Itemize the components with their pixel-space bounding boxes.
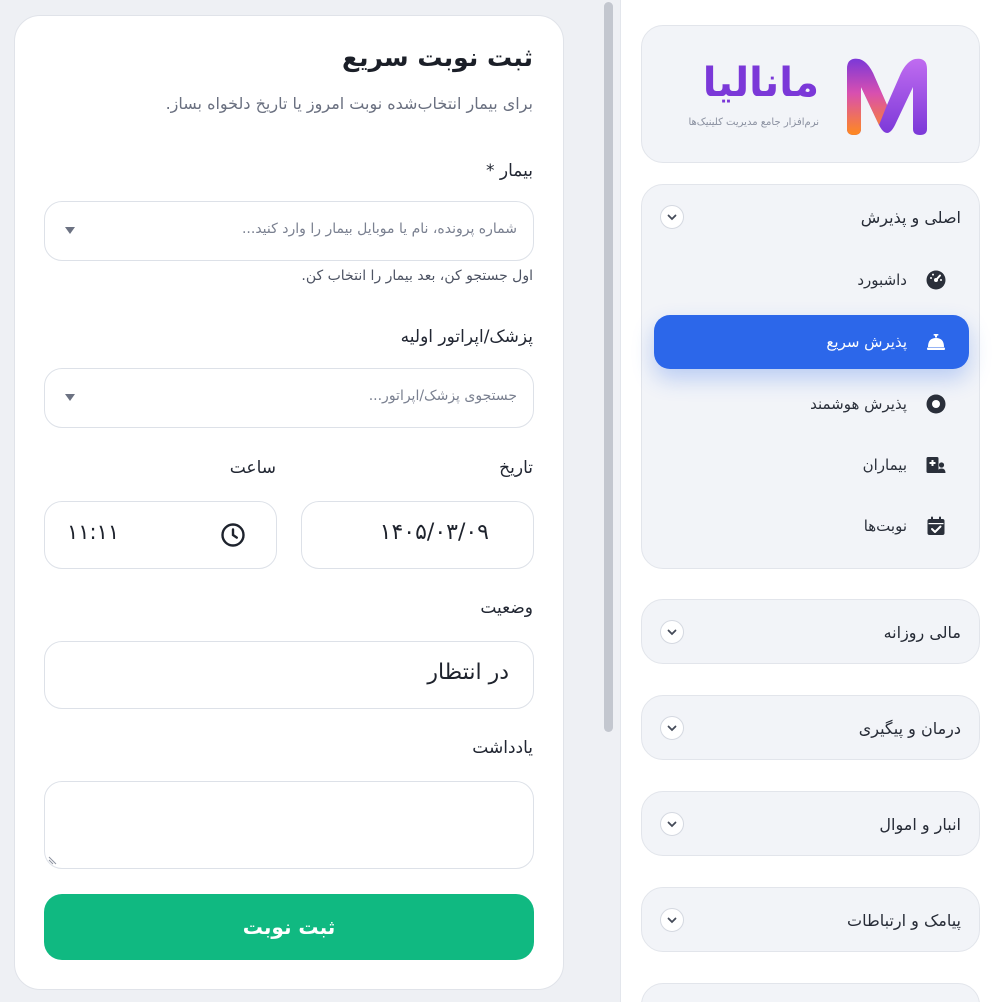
chevron-down-icon[interactable] [660, 716, 684, 740]
sidebar: مانالیا نرم‌افزار جامع مدیریت کلینیک‌ها … [620, 0, 1000, 1002]
sidebar-item-label: داشبورد [857, 271, 907, 289]
nav-group-title: درمان و پیگیری [858, 718, 961, 738]
quick-appointment-form: ثبت نوبت سریع برای بیمار انتخاب‌شده نوبت… [14, 15, 564, 990]
sidebar-item-label: پذیرش سریع [826, 333, 907, 351]
form-subtitle: برای بیمار انتخاب‌شده نوبت امروز یا تاری… [165, 94, 533, 113]
nav-group-title: اصلی و پذیرش [860, 207, 961, 227]
doctor-placeholder: جستجوی پزشک/اپراتور... [368, 388, 517, 404]
sidebar-item-smart-reception[interactable]: پذیرش هوشمند [654, 377, 969, 431]
patients-id-icon [925, 454, 947, 476]
nav-group-inventory[interactable]: انبار و اموال [641, 791, 980, 856]
brand-tagline: نرم‌افزار جامع مدیریت کلینیک‌ها [688, 117, 819, 128]
nav-group-title: مالی روزانه [883, 622, 961, 642]
time-label: ساعت [229, 458, 276, 478]
nav-group-finance-header[interactable]: مالی روزانه [642, 600, 979, 664]
resize-handle-icon[interactable] [47, 856, 57, 866]
sidebar-item-label: بیماران [862, 456, 907, 474]
nav-group-next[interactable] [641, 983, 980, 1002]
nav-group-treatment-header[interactable]: درمان و پیگیری [642, 696, 979, 760]
brand-logo-icon [847, 58, 927, 135]
patient-placeholder: شماره پرونده، نام یا موبایل بیمار را وار… [241, 221, 517, 237]
chevron-down-icon [65, 227, 75, 234]
status-field[interactable]: در انتظار [44, 641, 534, 709]
chevron-down-icon[interactable] [660, 620, 684, 644]
nav-group-main: اصلی و پذیرش داشبورد پذیرش سریع پذیرش هو… [641, 184, 980, 569]
sidebar-item-dashboard[interactable]: داشبورد [654, 253, 969, 307]
time-value: ۱۱:۱۱ [67, 520, 120, 544]
nav-group-sms-header[interactable]: پیامک و ارتباطات [642, 888, 979, 952]
chevron-down-icon[interactable] [660, 908, 684, 932]
chevron-down-icon[interactable] [660, 205, 684, 229]
nav-group-title: انبار و اموال [879, 814, 961, 834]
date-label: تاریخ [499, 458, 533, 478]
patient-hint: اول جستجو کن، بعد بیمار را انتخاب کن. [301, 268, 533, 284]
patient-select[interactable]: شماره پرونده، نام یا موبایل بیمار را وار… [44, 201, 534, 261]
status-value: در انتظار [427, 660, 509, 685]
sidebar-item-label: نوبت‌ها [863, 517, 907, 535]
sidebar-item-quick-reception[interactable]: پذیرش سریع [654, 315, 969, 369]
sidebar-item-appointments[interactable]: نوبت‌ها [654, 499, 969, 553]
form-title: ثبت نوبت سریع [342, 43, 533, 72]
note-label: یادداشت [472, 738, 533, 758]
date-input[interactable]: ۱۴۰۵/۰۳/۰۹ [301, 501, 534, 569]
sidebar-item-label: پذیرش هوشمند [810, 395, 907, 413]
clock-icon [221, 523, 245, 547]
target-circle-icon [925, 393, 947, 415]
nav-group-main-header[interactable]: اصلی و پذیرش [642, 185, 979, 249]
note-textarea[interactable] [44, 781, 534, 869]
nav-group-sms[interactable]: پیامک و ارتباطات [641, 887, 980, 952]
calendar-check-icon [925, 515, 947, 537]
nav-group-finance[interactable]: مالی روزانه [641, 599, 980, 664]
date-value: ۱۴۰۵/۰۳/۰۹ [379, 520, 489, 545]
nav-group-treatment[interactable]: درمان و پیگیری [641, 695, 980, 760]
brand-card: مانالیا نرم‌افزار جامع مدیریت کلینیک‌ها [641, 25, 980, 163]
sidebar-item-patients[interactable]: بیماران [654, 438, 969, 492]
time-input[interactable]: ۱۱:۱۱ [44, 501, 277, 569]
scrollbar-thumb[interactable] [604, 2, 613, 732]
status-label: وضعیت [480, 598, 533, 618]
nav-group-inventory-header[interactable]: انبار و اموال [642, 792, 979, 856]
brand-name: مانالیا [702, 60, 820, 106]
patient-label: بیمار * [486, 161, 533, 181]
dashboard-gauge-icon [925, 269, 947, 291]
doctor-label: پزشک/اپراتور اولیه [400, 327, 533, 347]
reception-bell-icon [925, 331, 947, 353]
chevron-down-icon [65, 394, 75, 401]
chevron-down-icon[interactable] [660, 812, 684, 836]
submit-appointment-button[interactable]: ثبت نوبت [44, 894, 534, 960]
doctor-select[interactable]: جستجوی پزشک/اپراتور... [44, 368, 534, 428]
nav-group-title: پیامک و ارتباطات [847, 910, 961, 930]
